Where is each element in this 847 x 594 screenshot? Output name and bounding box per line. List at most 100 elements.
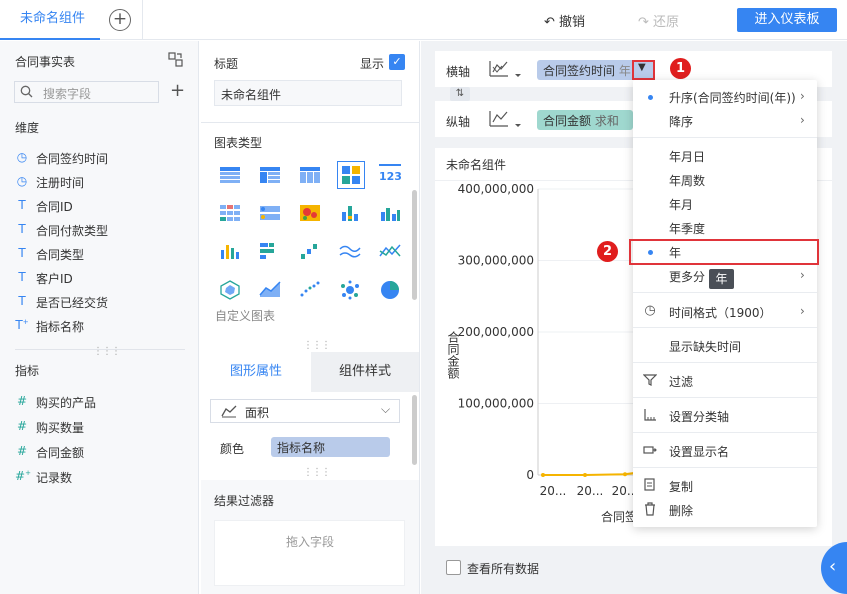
indicator-card-icon[interactable]	[259, 204, 283, 226]
show-title-checkbox[interactable]: ✓	[389, 54, 405, 70]
title-input[interactable]: 未命名组件	[214, 80, 402, 106]
combo-line-icon[interactable]	[379, 242, 403, 264]
add-field-button[interactable]: +	[170, 82, 185, 100]
menu-item-set-display-name[interactable]: 设置显示名	[669, 443, 729, 460]
dimension-item[interactable]: ◷ 合同签约时间	[15, 150, 195, 166]
kpi-chart-icon[interactable]: 123	[379, 164, 402, 186]
dimension-item[interactable]: T 合同付款类型	[15, 222, 195, 238]
heatmap-icon[interactable]	[299, 204, 323, 226]
swap-axes-icon[interactable]: ⇅	[450, 87, 470, 101]
color-field-pill[interactable]: 指标名称	[271, 437, 390, 457]
menu-item-year-month[interactable]: 年月	[669, 196, 693, 213]
switch-dataset-icon[interactable]	[168, 52, 183, 67]
resize-handle[interactable]: ⋮⋮⋮	[303, 340, 331, 351]
grouped-table-icon[interactable]	[259, 166, 283, 188]
search-placeholder: 搜索字段	[43, 87, 92, 101]
menu-item-year-month-day[interactable]: 年月日	[669, 148, 705, 165]
undo-button[interactable]: ↶ 撤销	[544, 11, 585, 30]
hash-formula-icon: #+	[15, 469, 31, 483]
dimension-label: 指标名称	[36, 320, 85, 334]
chart-type-selected[interactable]	[337, 161, 365, 189]
waterfall-icon[interactable]	[299, 242, 323, 264]
menu-separator	[633, 432, 817, 433]
menu-item-ascending[interactable]: 升序(合同签约时间(年))	[669, 89, 796, 106]
horizontal-bar-icon[interactable]	[259, 242, 283, 264]
trash-icon	[643, 502, 657, 516]
shape-select[interactable]: 面积 ⌵	[210, 399, 400, 423]
text-formula-icon: T+	[15, 318, 29, 332]
title-label: 标题	[214, 57, 239, 71]
menu-item-delete[interactable]: 删除	[669, 502, 693, 519]
dimension-label: 合同类型	[36, 248, 85, 262]
menu-item-year-quarter[interactable]: 年季度	[669, 220, 705, 237]
undo-label: 撤销	[559, 15, 586, 30]
menu-item-year-week[interactable]: 年周数	[669, 172, 705, 189]
y-axis-type-icon[interactable]	[488, 108, 522, 133]
chart-type-label: 图表类型	[214, 136, 263, 150]
dimensions-header: 维度	[15, 121, 40, 135]
dimension-label: 客户ID	[36, 272, 73, 286]
measure-item[interactable]: # 购买数量	[15, 419, 195, 435]
area-icon	[221, 404, 237, 421]
tab-untitled-component[interactable]: 未命名组件	[0, 0, 100, 40]
attr-scrollbar[interactable]	[412, 395, 417, 465]
radar-chart-icon[interactable]	[219, 280, 243, 302]
measure-label: 购买数量	[36, 421, 85, 435]
measures-header: 指标	[15, 364, 40, 378]
cross-table-icon[interactable]	[299, 166, 323, 188]
redo-button[interactable]: ↷ 还原	[638, 11, 679, 30]
enter-dashboard-button[interactable]: 进入仪表板	[737, 8, 837, 32]
multi-bar-icon[interactable]	[339, 204, 363, 226]
menu-item-set-category-axis[interactable]: 设置分类轴	[669, 408, 729, 425]
dimension-item[interactable]: T+ 指标名称	[15, 318, 195, 334]
chart-title: 未命名组件	[446, 158, 507, 172]
menu-item-copy[interactable]: 复制	[669, 478, 693, 495]
y-tick-label: 100,000,000	[458, 397, 534, 411]
menu-item-more-category[interactable]: 更多分	[669, 268, 705, 285]
drag-field-hint: 拖入字段	[286, 535, 335, 549]
dimension-label: 注册时间	[36, 176, 85, 190]
bar-chart-icon[interactable]	[219, 242, 243, 264]
menu-item-time-format[interactable]: 时间格式（1900）	[669, 304, 772, 321]
scatter-chart-icon[interactable]	[299, 280, 323, 302]
dimension-item[interactable]: ◷ 注册时间	[15, 174, 195, 190]
x-axis-type-icon[interactable]	[488, 58, 522, 83]
filter-icon	[642, 373, 658, 387]
resize-handle[interactable]: ⋮⋮⋮	[93, 346, 121, 357]
menu-separator	[633, 327, 817, 328]
search-input[interactable]: 搜索字段	[14, 81, 159, 103]
menu-item-descending[interactable]: 降序	[669, 113, 693, 130]
dimension-item[interactable]: T 客户ID	[15, 270, 195, 286]
measure-item[interactable]: #+ 记录数	[15, 469, 195, 485]
area-chart-icon[interactable]	[259, 280, 283, 302]
pie-chart-icon[interactable]	[379, 280, 403, 302]
caret-down-icon[interactable]: ▼	[638, 62, 646, 73]
chart-type-scrollbar[interactable]	[412, 190, 417, 300]
bubble-chart-icon[interactable]	[339, 280, 363, 302]
chevron-right-icon: ›	[800, 113, 805, 127]
dimension-label: 是否已经交货	[36, 296, 109, 310]
resize-handle[interactable]: ⋮⋮⋮	[303, 467, 331, 478]
shape-value: 面积	[245, 406, 270, 420]
grouped-bar-icon[interactable]	[379, 204, 403, 226]
menu-item-filter[interactable]: 过滤	[669, 373, 693, 390]
line-chart-icon[interactable]	[339, 242, 363, 264]
clock-icon: ◷	[16, 150, 28, 164]
view-all-data-checkbox[interactable]	[446, 560, 461, 575]
measure-item[interactable]: # 合同金额	[15, 444, 195, 460]
menu-item-show-missing-time[interactable]: 显示缺失时间	[669, 338, 741, 355]
hash-icon: #	[16, 394, 28, 408]
dimension-item[interactable]: T 合同类型	[15, 246, 195, 262]
y-axis-field-pill[interactable]: 合同金额 求和	[537, 110, 633, 130]
filter-drop-zone[interactable]: 拖入字段	[214, 520, 405, 586]
custom-chart-label[interactable]: 自定义图表	[215, 307, 275, 324]
tab-shape-attributes[interactable]: 图形属性	[201, 352, 311, 392]
dimension-item[interactable]: T 合同ID	[15, 198, 195, 214]
table-chart-icon[interactable]	[219, 166, 243, 188]
add-tab-button[interactable]: +	[109, 9, 131, 31]
measure-item[interactable]: # 购买的产品	[15, 394, 195, 410]
detail-table-icon[interactable]	[219, 204, 243, 226]
hash-icon: #	[16, 419, 28, 433]
tab-component-style[interactable]: 组件样式	[311, 352, 419, 392]
dimension-item[interactable]: T 是否已经交货	[15, 294, 195, 310]
